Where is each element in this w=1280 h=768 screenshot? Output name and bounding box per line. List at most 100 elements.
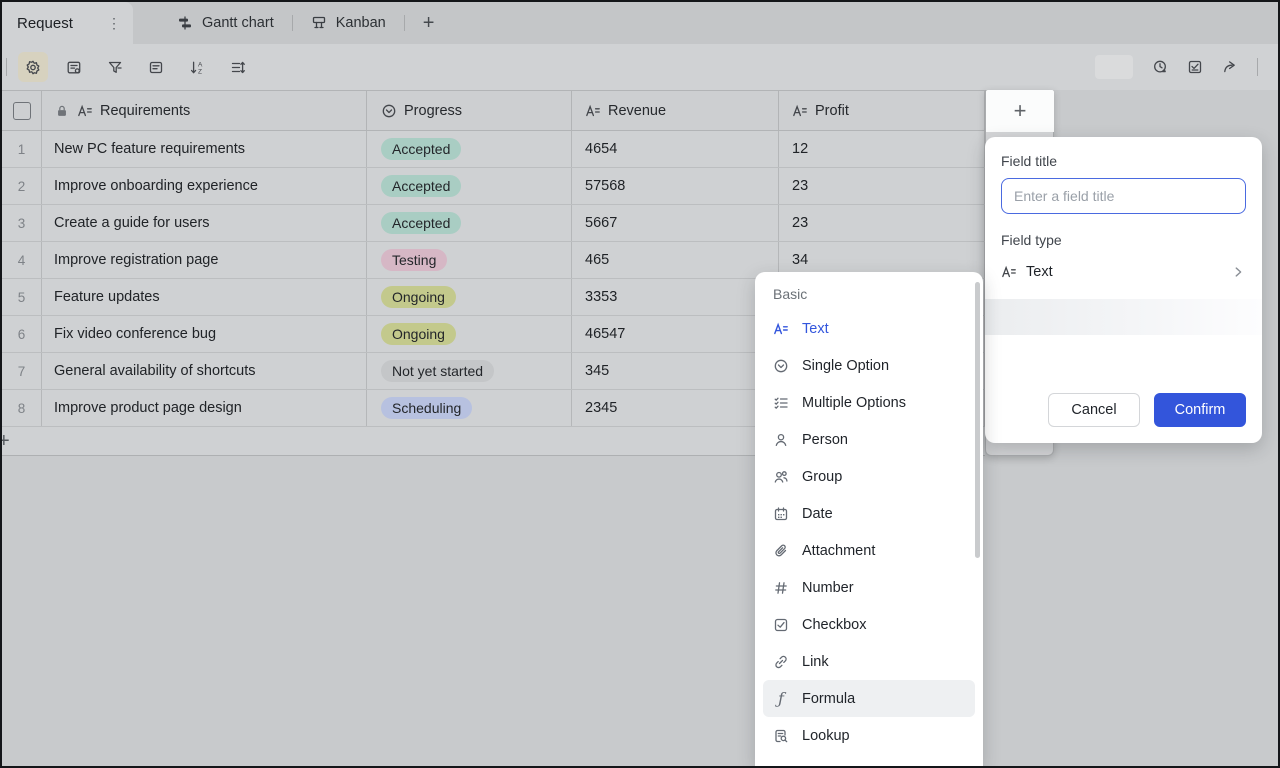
- kanban-icon: [311, 15, 327, 31]
- revenue-cell[interactable]: 2345: [572, 390, 779, 426]
- menu-item-attachment[interactable]: Attachment: [763, 532, 975, 569]
- add-field-button[interactable]: +: [986, 90, 1054, 132]
- gantt-icon: [177, 15, 193, 31]
- more-options-icon[interactable]: ⋮: [105, 15, 123, 32]
- profit-cell[interactable]: 12: [779, 131, 985, 167]
- menu-item-label: Link: [802, 654, 829, 670]
- formula-icon: ƒ: [773, 691, 789, 707]
- history-icon[interactable]: [1152, 59, 1168, 75]
- menu-item-label: Person: [802, 432, 848, 448]
- revenue-cell[interactable]: 4654: [572, 131, 779, 167]
- select-all-cell[interactable]: [2, 91, 42, 130]
- revenue-cell[interactable]: 345: [572, 353, 779, 389]
- status-badge: Accepted: [381, 175, 461, 197]
- checkbox-icon: [773, 617, 789, 633]
- progress-cell[interactable]: Accepted: [367, 205, 572, 241]
- field-title-input[interactable]: [1001, 178, 1246, 214]
- menu-section-label: Basic: [763, 282, 975, 310]
- person-icon: [773, 432, 789, 448]
- menu-item-label: Date: [802, 506, 833, 522]
- menu-item-date[interactable]: Date: [763, 495, 975, 532]
- requirement-cell[interactable]: Improve onboarding experience: [42, 168, 367, 204]
- menu-item-group[interactable]: Group: [763, 458, 975, 495]
- revenue-cell[interactable]: 46547: [572, 316, 779, 352]
- grid-settings-button[interactable]: [18, 52, 48, 82]
- menu-item-person[interactable]: Person: [763, 421, 975, 458]
- tab-kanban[interactable]: Kanban: [293, 2, 404, 44]
- requirement-cell[interactable]: New PC feature requirements: [42, 131, 367, 167]
- progress-cell[interactable]: Accepted: [367, 131, 572, 167]
- row-number: 6: [2, 316, 42, 352]
- confirm-button[interactable]: Confirm: [1154, 393, 1246, 427]
- menu-item-link[interactable]: Link: [763, 643, 975, 680]
- row-height-icon: [230, 59, 246, 75]
- revenue-cell[interactable]: 5667: [572, 205, 779, 241]
- tab-gantt-label: Gantt chart: [202, 15, 274, 31]
- revenue-cell[interactable]: 465: [572, 242, 779, 278]
- cancel-label: Cancel: [1071, 402, 1116, 418]
- menu-item-formula[interactable]: ƒ Formula: [763, 680, 975, 717]
- menu-item-label: Checkbox: [802, 617, 866, 633]
- row-height-button[interactable]: [223, 52, 253, 82]
- row-number: 1: [2, 131, 42, 167]
- column-header-label: Revenue: [608, 103, 666, 119]
- column-header-requirements[interactable]: Requirements: [42, 91, 367, 130]
- menu-item-multiple-options[interactable]: Multiple Options: [763, 384, 975, 421]
- toolbar-divider: [6, 58, 7, 76]
- todo-icon[interactable]: [1187, 59, 1203, 75]
- share-icon[interactable]: [1222, 59, 1238, 75]
- field-type-selector[interactable]: Text: [1001, 257, 1246, 287]
- status-badge: Not yet started: [381, 360, 494, 382]
- column-header-progress[interactable]: Progress: [367, 91, 572, 130]
- table-row[interactable]: 3 Create a guide for users Accepted 5667…: [2, 205, 985, 242]
- card-list-icon: [148, 59, 164, 75]
- requirement-cell[interactable]: Improve product page design: [42, 390, 367, 426]
- progress-cell[interactable]: Ongoing: [367, 279, 572, 315]
- revenue-cell[interactable]: 57568: [572, 168, 779, 204]
- menu-scrollbar[interactable]: [975, 282, 980, 558]
- requirement-cell[interactable]: Create a guide for users: [42, 205, 367, 241]
- profit-cell[interactable]: 23: [779, 205, 985, 241]
- menu-item-lookup[interactable]: Lookup: [763, 717, 975, 754]
- progress-cell[interactable]: Testing: [367, 242, 572, 278]
- requirement-cell[interactable]: Improve registration page: [42, 242, 367, 278]
- menu-item-checkbox[interactable]: Checkbox: [763, 606, 975, 643]
- multiple-options-icon: [773, 395, 789, 411]
- table-row[interactable]: 2 Improve onboarding experience Accepted…: [2, 168, 985, 205]
- progress-cell[interactable]: Not yet started: [367, 353, 572, 389]
- tab-gantt-chart[interactable]: Gantt chart: [159, 2, 292, 44]
- form-settings-button[interactable]: [59, 52, 89, 82]
- requirement-cell[interactable]: Feature updates: [42, 279, 367, 315]
- progress-cell[interactable]: Scheduling: [367, 390, 572, 426]
- column-header-revenue[interactable]: Revenue: [572, 91, 779, 130]
- column-header-label: Profit: [815, 103, 849, 119]
- add-field-panel: Field title Field type Text Cancel Confi…: [985, 137, 1262, 443]
- menu-item-single-option[interactable]: Single Option: [763, 347, 975, 384]
- progress-cell[interactable]: Ongoing: [367, 316, 572, 352]
- column-header-profit[interactable]: Profit: [779, 91, 985, 130]
- filter-button[interactable]: [100, 52, 130, 82]
- progress-cell[interactable]: Accepted: [367, 168, 572, 204]
- table-row[interactable]: 1 New PC feature requirements Accepted 4…: [2, 131, 985, 168]
- menu-item-text[interactable]: Text: [763, 310, 975, 347]
- requirement-cell[interactable]: Fix video conference bug: [42, 316, 367, 352]
- toolbar-skeleton-button[interactable]: [1095, 55, 1133, 79]
- card-view-button[interactable]: [141, 52, 171, 82]
- select-all-checkbox[interactable]: [13, 102, 31, 120]
- tab-request[interactable]: Request ⋮: [2, 2, 133, 44]
- requirement-cell[interactable]: General availability of shortcuts: [42, 353, 367, 389]
- status-badge: Scheduling: [381, 397, 472, 419]
- cancel-button[interactable]: Cancel: [1048, 393, 1140, 427]
- add-view-button[interactable]: +: [405, 12, 453, 35]
- menu-item-label: Number: [802, 580, 854, 596]
- menu-item-number[interactable]: Number: [763, 569, 975, 606]
- revenue-cell[interactable]: 3353: [572, 279, 779, 315]
- toolbar: AZ: [2, 44, 1278, 90]
- field-type-value: Text: [1026, 264, 1053, 280]
- group-icon: [773, 469, 789, 485]
- menu-item-label: Attachment: [802, 543, 875, 559]
- plus-icon: +: [1014, 98, 1027, 124]
- form-gear-icon: [66, 59, 82, 75]
- sort-button[interactable]: AZ: [182, 52, 212, 82]
- profit-cell[interactable]: 23: [779, 168, 985, 204]
